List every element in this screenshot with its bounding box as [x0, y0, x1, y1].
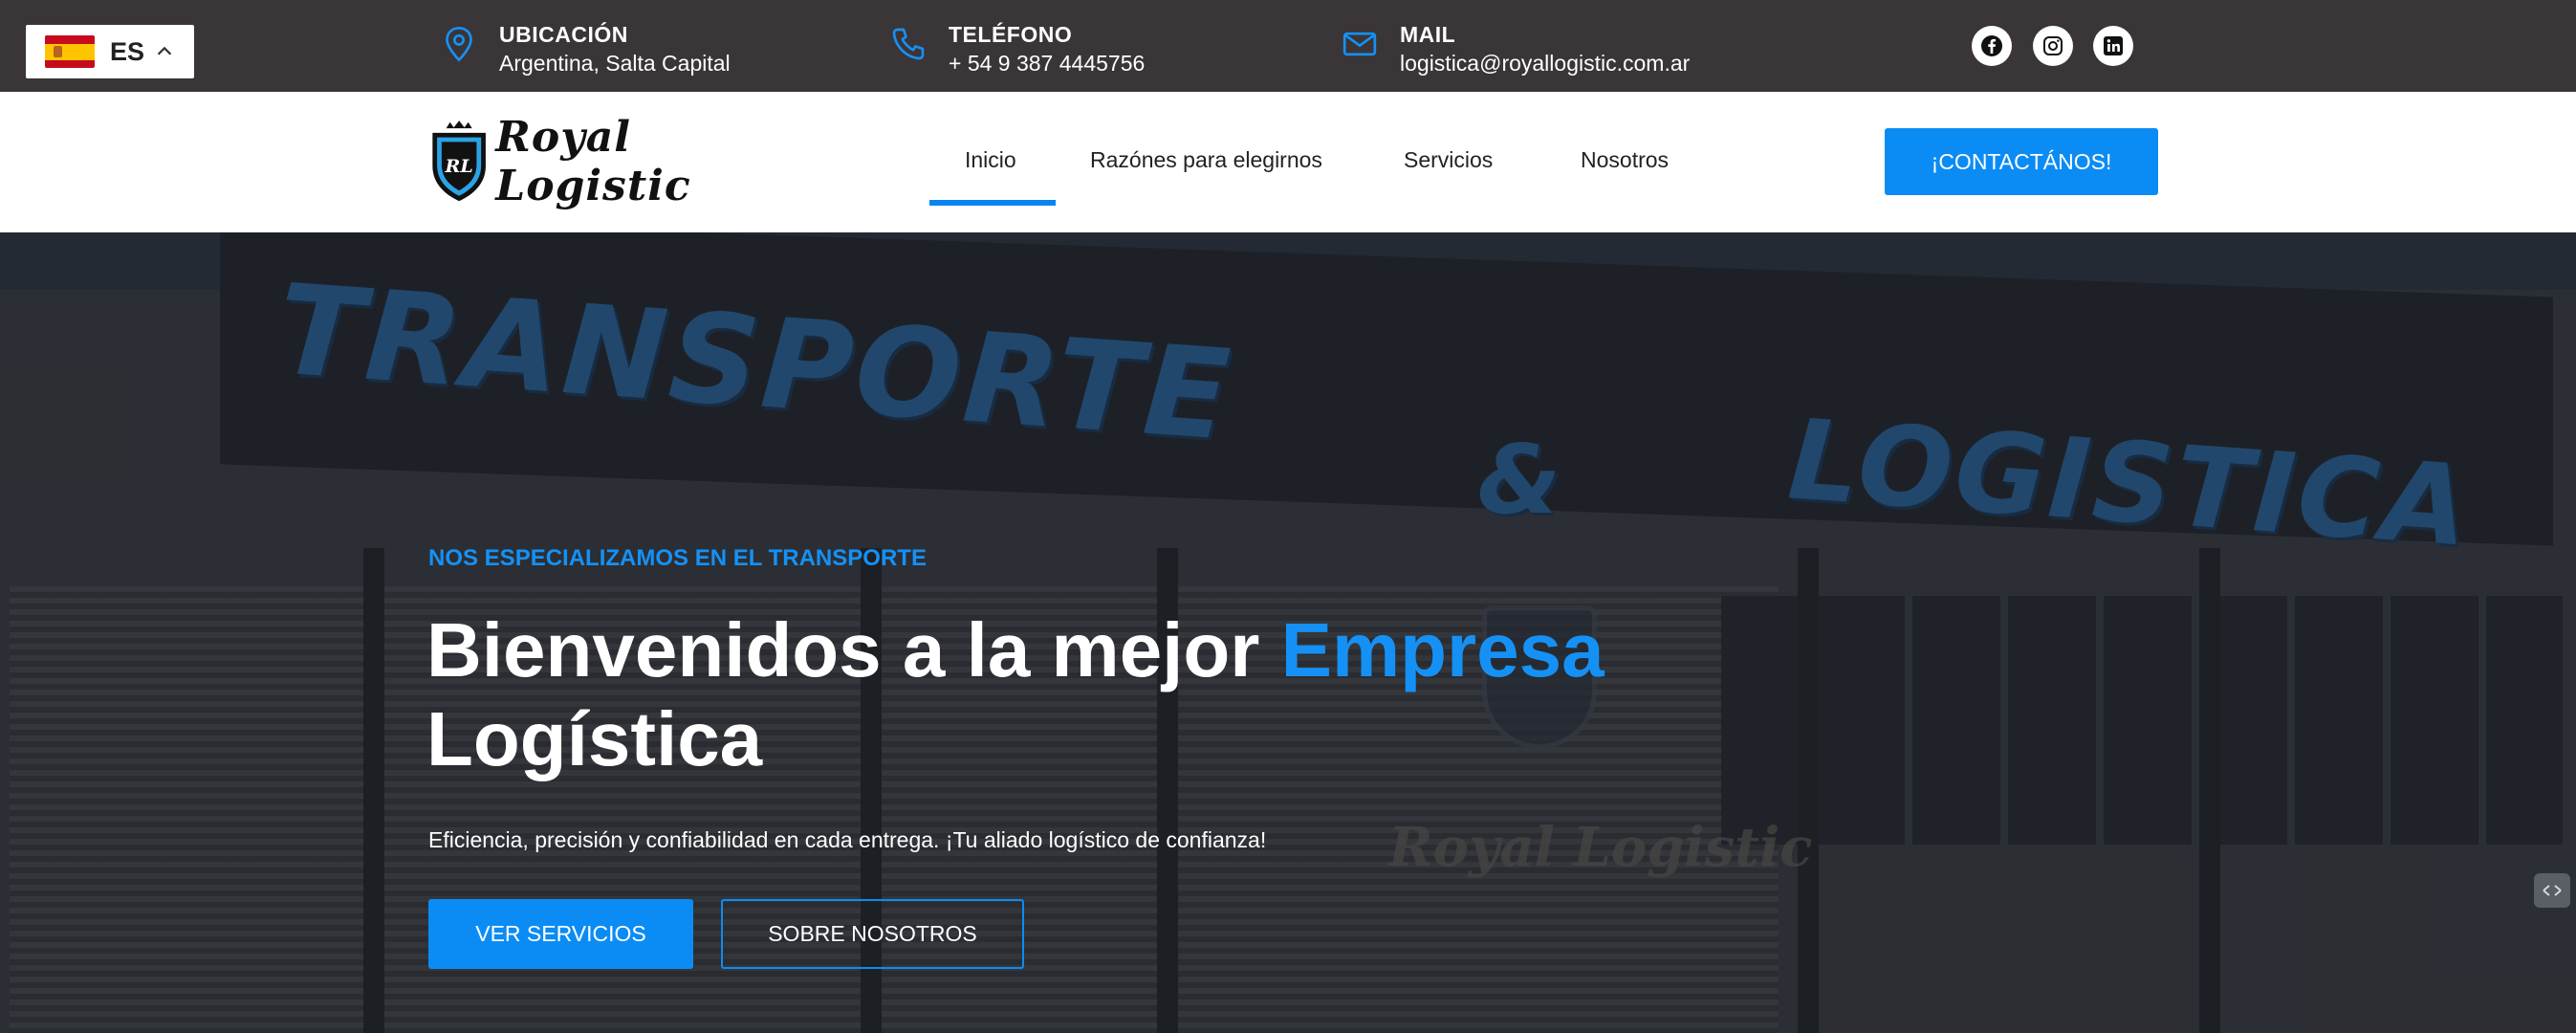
- facebook-link[interactable]: [1972, 26, 2012, 66]
- nav-servicios[interactable]: Servicios: [1404, 147, 1493, 173]
- hero-title-part1: Bienvenidos a la mejor: [426, 607, 1281, 692]
- location-title: UBICACIÓN: [499, 22, 628, 47]
- linkedin-icon: [2104, 36, 2123, 55]
- nav-inicio[interactable]: Inicio: [965, 147, 1016, 173]
- hero-title-accent: Empresa: [1280, 607, 1605, 692]
- ver-servicios-button[interactable]: VER SERVICIOS: [428, 899, 693, 969]
- phone-icon: [892, 28, 925, 60]
- language-code: ES: [110, 36, 145, 66]
- hero-subtitle: Eficiencia, precisión y confiabilidad en…: [428, 827, 1267, 852]
- floating-widget[interactable]: [2534, 873, 2570, 908]
- phone-title: TELÉFONO: [949, 22, 1073, 47]
- svg-text:RL: RL: [445, 156, 473, 177]
- phone-info: TELÉFONO + 54 9 387 4445756: [889, 21, 1145, 78]
- hero-title-part2: Logística: [426, 696, 763, 781]
- location-info: UBICACIÓN Argentina, Salta Capital: [440, 21, 731, 78]
- instagram-icon: [2043, 36, 2063, 55]
- linkedin-link[interactable]: [2093, 26, 2133, 66]
- expand-arrows-icon: [2543, 885, 2562, 896]
- instagram-link[interactable]: [2033, 26, 2073, 66]
- hero-eyebrow: NOS ESPECIALIZAMOS EN EL TRANSPORTE: [428, 545, 927, 571]
- chevron-up-icon: [157, 46, 172, 55]
- nav-razones[interactable]: Razónes para elegirnos: [1090, 147, 1322, 173]
- location-value: Argentina, Salta Capital: [499, 51, 731, 76]
- hero-section: TRANSPORTE & LOGISTICA Royal Logistic NO…: [0, 232, 2576, 1033]
- site-logo[interactable]: RL Royal Logistic: [426, 105, 771, 218]
- active-nav-indicator: [929, 200, 1056, 206]
- spain-flag-icon: [45, 35, 95, 68]
- map-pin-icon: [446, 26, 472, 62]
- facebook-icon: [1981, 35, 2002, 56]
- logo-text: Royal Logistic: [495, 113, 691, 210]
- phone-value[interactable]: + 54 9 387 4445756: [949, 48, 1145, 78]
- mail-icon: [1343, 32, 1377, 56]
- contact-button[interactable]: ¡CONTACTÁNOS!: [1885, 128, 2158, 195]
- royal-crest-logo-icon: RL: [432, 121, 486, 202]
- mail-title: MAIL: [1400, 22, 1456, 47]
- nav-nosotros[interactable]: Nosotros: [1581, 147, 1669, 173]
- mail-info: MAIL logistica@royallogistic.com.ar: [1341, 21, 1690, 78]
- main-navbar: RL Royal Logistic Inicio Razónes para el…: [0, 92, 2576, 232]
- hero-title: Bienvenidos a la mejor Empresa Logística: [426, 605, 1765, 783]
- top-info-bar: ES UBICACIÓN Argentina, Salta Capital TE…: [0, 0, 2576, 92]
- language-selector[interactable]: ES: [26, 25, 194, 78]
- mail-value[interactable]: logistica@royallogistic.com.ar: [1400, 48, 1690, 78]
- sobre-nosotros-button[interactable]: SOBRE NOSOTROS: [721, 899, 1024, 969]
